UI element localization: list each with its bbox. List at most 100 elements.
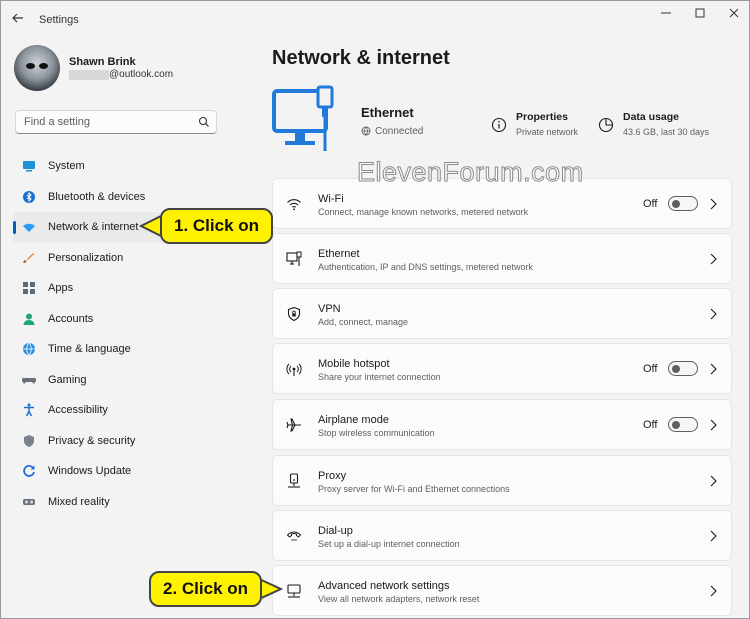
chevron-right-icon [710, 253, 717, 265]
hotspot-toggle[interactable] [668, 361, 698, 376]
card-title: VPN [318, 303, 341, 315]
card-title: Ethernet [318, 248, 360, 260]
sidebar-item-accounts[interactable]: Accounts [13, 304, 218, 335]
user-email: @outlook.com [109, 69, 174, 80]
chevron-right-icon [710, 308, 717, 320]
update-icon [23, 465, 35, 477]
airplane-toggle[interactable] [668, 417, 698, 432]
toggle-knob [672, 364, 680, 373]
maximize-icon [695, 8, 705, 18]
ethernet-icon [286, 251, 302, 266]
sidebar-nav: System Bluetooth & devices Network & int… [13, 151, 218, 517]
data-usage-icon[interactable] [598, 117, 614, 133]
vpn-shield-icon [287, 306, 301, 322]
toggle-state-label: Off [643, 419, 658, 431]
sidebar-item-label: Bluetooth & devices [48, 190, 146, 203]
proxy-icon [288, 473, 300, 488]
sidebar-item-gaming[interactable]: Gaming [13, 365, 218, 396]
wifi-toggle[interactable] [668, 196, 698, 211]
card-dial-up[interactable]: Dial-up Set up a dial-up internet connec… [272, 510, 732, 561]
card-subtitle: Connect, manage known networks, metered … [318, 207, 529, 217]
page-title: Network & internet [272, 47, 450, 69]
data-usage-sub: 43.6 GB, last 30 days [623, 127, 710, 137]
properties-link[interactable]: Properties [516, 111, 568, 123]
avatar[interactable] [14, 45, 60, 91]
search-input[interactable] [24, 116, 194, 128]
brush-icon [23, 252, 34, 263]
sidebar-item-label: Accessibility [48, 404, 108, 416]
sidebar-item-label: Network & internet [48, 221, 139, 233]
sidebar-item-label: Apps [48, 282, 74, 294]
sidebar-item-windows-update[interactable]: Windows Update [13, 456, 218, 487]
sidebar-item-label: Accounts [48, 312, 94, 325]
chevron-right-icon [710, 419, 717, 431]
hotspot-icon [286, 363, 302, 376]
search-icon [198, 116, 209, 127]
watermark: ElevenForum.com [357, 157, 584, 188]
wifi-icon [287, 199, 301, 211]
card-subtitle: Set up a dial-up internet connection [318, 539, 460, 549]
globe-status-icon [361, 126, 371, 136]
chevron-right-icon [710, 585, 717, 597]
app-title: Settings [39, 14, 79, 26]
gaming-icon [22, 377, 36, 384]
apps-icon [23, 282, 35, 294]
advanced-network-icon [287, 584, 301, 598]
card-subtitle: Authentication, IP and DNS settings, met… [318, 262, 533, 272]
back-button[interactable] [11, 11, 29, 29]
title-bar: Settings [1, 1, 749, 39]
sidebar-item-label: Windows Update [48, 465, 132, 477]
chevron-right-icon [710, 198, 717, 210]
email-redaction [69, 70, 109, 80]
wifi-icon [23, 223, 35, 232]
search-box[interactable] [15, 110, 217, 134]
sidebar-item-mixed-reality[interactable]: Mixed reality [13, 487, 218, 518]
minimize-icon [661, 12, 671, 14]
toggle-knob [672, 420, 680, 429]
globe-icon [23, 342, 35, 356]
card-title: Mobile hotspot [318, 358, 390, 370]
card-subtitle: View all network adapters, network reset [318, 594, 480, 604]
chevron-right-icon [710, 363, 717, 375]
card-mobile-hotspot[interactable]: Mobile hotspot Share your internet conne… [272, 343, 732, 394]
card-title: Wi-Fi [318, 193, 344, 205]
data-usage-link[interactable]: Data usage [623, 111, 679, 123]
chevron-right-icon [710, 475, 717, 487]
toggle-state-label: Off [643, 198, 658, 210]
shield-icon [24, 434, 34, 447]
card-vpn[interactable]: VPN Add, connect, manage [272, 288, 732, 339]
card-airplane-mode[interactable]: Airplane mode Stop wireless communicatio… [272, 399, 732, 450]
sidebar-item-label: System [48, 160, 85, 172]
card-subtitle: Stop wireless communication [318, 428, 435, 438]
connection-status: Connected [375, 126, 424, 137]
sidebar-item-label: Personalization [48, 251, 124, 264]
maximize-button[interactable] [691, 7, 709, 21]
properties-sub: Private network [516, 127, 579, 137]
sidebar-item-accessibility[interactable]: Accessibility [13, 395, 218, 426]
toggle-state-label: Off [643, 363, 658, 375]
avatar-eye [39, 63, 48, 69]
card-advanced-network-settings[interactable]: Advanced network settings View all netwo… [272, 565, 732, 616]
close-button[interactable] [725, 7, 743, 21]
sidebar-item-privacy[interactable]: Privacy & security [13, 426, 218, 457]
card-title: Dial-up [318, 525, 353, 537]
accessibility-icon [24, 403, 34, 417]
minimize-button[interactable] [657, 7, 675, 21]
sidebar-item-apps[interactable]: Apps [13, 273, 218, 304]
chevron-right-icon [710, 530, 717, 542]
sidebar-item-time-language[interactable]: Time & language [13, 334, 218, 365]
card-ethernet[interactable]: Ethernet Authentication, IP and DNS sett… [272, 233, 732, 284]
accounts-icon [23, 313, 35, 325]
sidebar-item-system[interactable]: System [13, 151, 218, 182]
dialup-icon [286, 531, 302, 541]
card-subtitle: Share your internet connection [318, 372, 441, 382]
sidebar-item-label: Gaming [48, 373, 87, 386]
headset-icon [23, 498, 35, 505]
card-title: Advanced network settings [318, 580, 450, 592]
toggle-knob [672, 199, 680, 208]
sidebar-item-personalization[interactable]: Personalization [13, 243, 218, 274]
connection-name: Ethernet [361, 105, 414, 120]
back-arrow-icon [12, 13, 23, 23]
card-proxy[interactable]: Proxy Proxy server for Wi-Fi and Etherne… [272, 455, 732, 506]
info-icon[interactable] [491, 117, 507, 133]
